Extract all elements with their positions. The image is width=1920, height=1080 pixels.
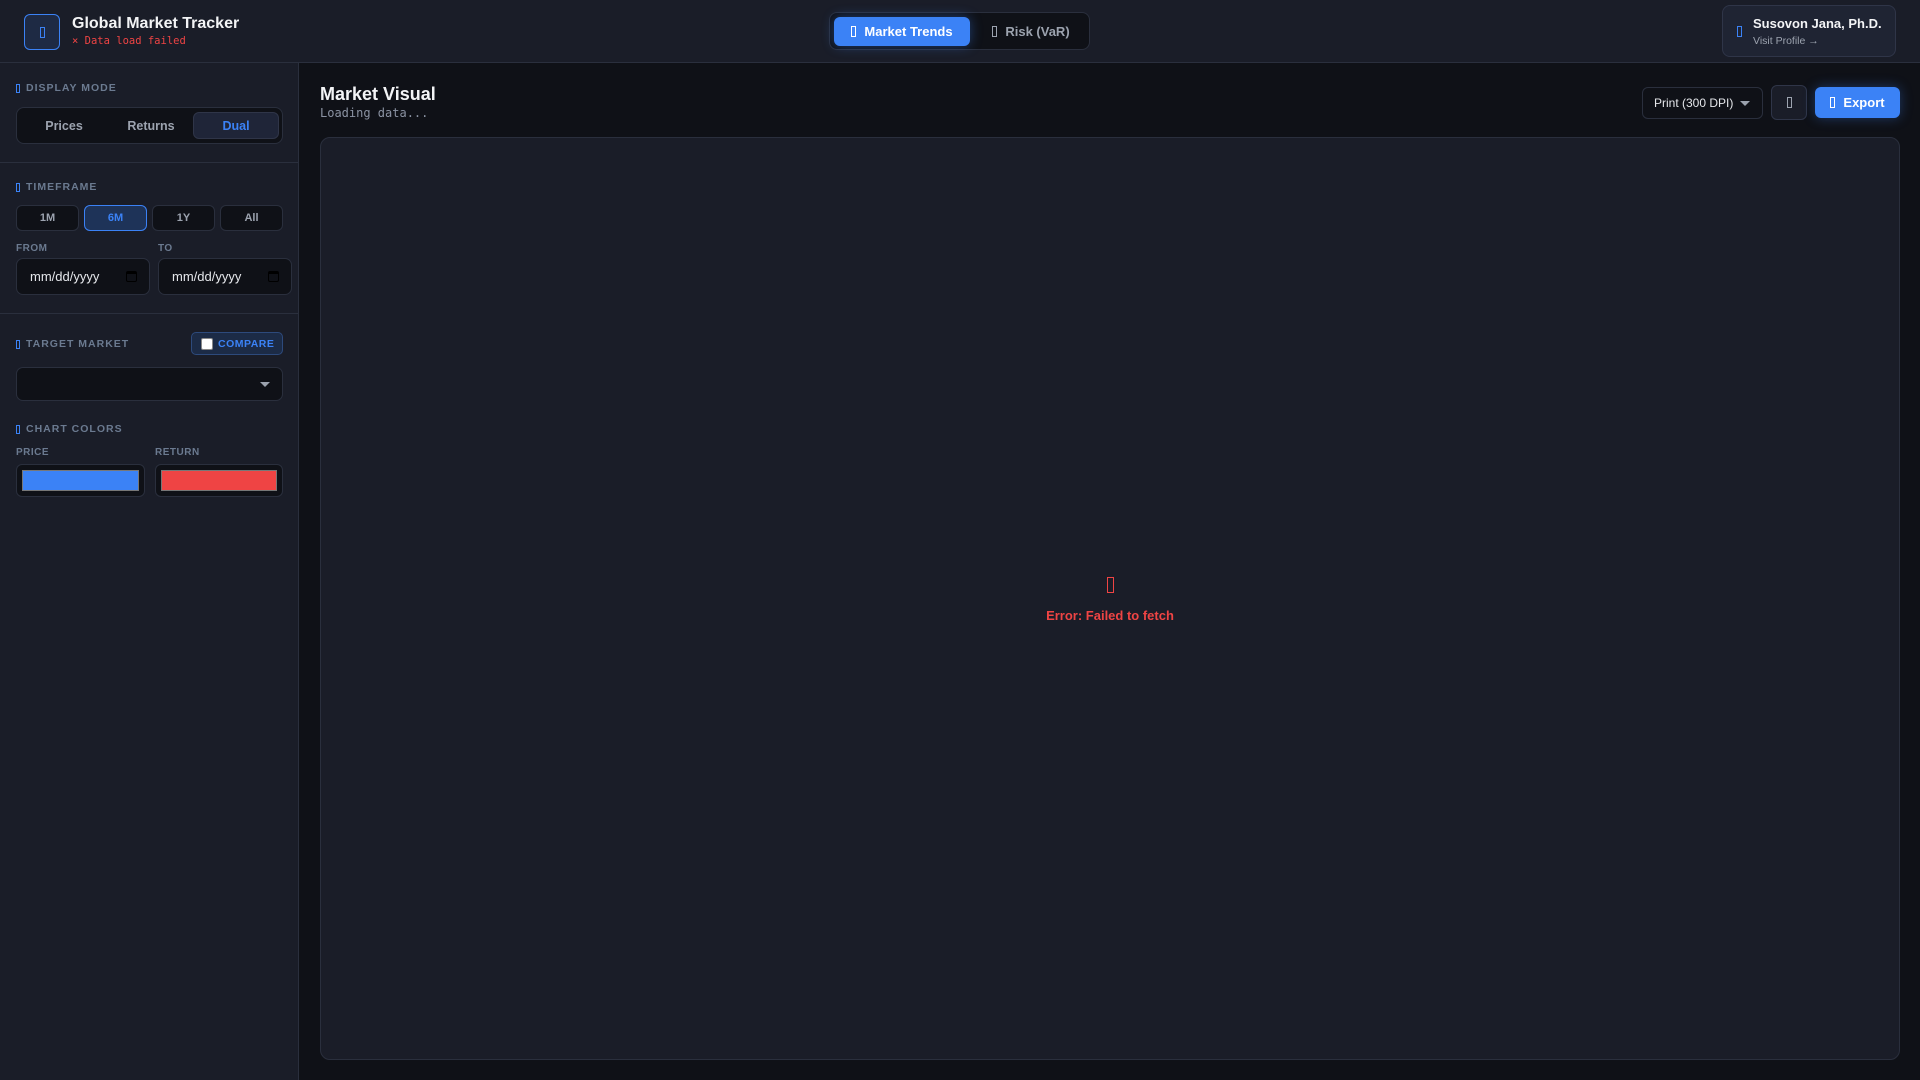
timeframe-all[interactable]: All	[220, 205, 283, 231]
load-status: × Data load failed	[72, 35, 186, 47]
download-icon	[1830, 97, 1836, 108]
return-color-label: RETURN	[155, 447, 200, 458]
calendar-icon[interactable]	[126, 271, 137, 282]
target-market-label: TARGET MARKET	[16, 338, 129, 350]
app-header: Global Market Tracker × Data load failed…	[0, 0, 1920, 63]
user-icon	[1737, 26, 1742, 37]
display-mode-toggle: Prices Returns Dual	[16, 107, 283, 144]
clock-icon	[16, 182, 20, 192]
to-label: TO	[158, 243, 173, 254]
app-title: Global Market Tracker	[72, 15, 240, 32]
export-preset-select[interactable]: Print (300 DPI)	[1642, 87, 1763, 119]
globe-icon	[16, 339, 20, 349]
compare-toggle[interactable]: COMPARE	[191, 332, 283, 355]
trend-icon	[851, 26, 857, 37]
shield-icon	[992, 26, 998, 37]
mode-returns[interactable]: Returns	[108, 112, 194, 139]
main-tabs: Market Trends Risk (VaR)	[829, 12, 1090, 50]
settings-button[interactable]	[1771, 85, 1807, 120]
chart-colors-label: CHART COLORS	[16, 423, 123, 435]
price-color-swatch	[22, 470, 139, 491]
divider	[0, 313, 299, 314]
export-button[interactable]: Export	[1815, 87, 1900, 118]
mode-prices[interactable]: Prices	[21, 112, 107, 139]
display-mode-label: DISPLAY MODE	[16, 82, 117, 94]
timeframe-1y[interactable]: 1Y	[152, 205, 215, 231]
chevron-down-icon	[260, 382, 270, 387]
divider	[0, 162, 299, 163]
timeframe-6m[interactable]: 6M	[84, 205, 147, 231]
timeframe-label: TIMEFRAME	[16, 181, 97, 193]
error-message: Error: Failed to fetch	[1046, 608, 1174, 623]
to-date-input[interactable]: mm/dd/yyyy	[158, 258, 292, 295]
target-market-select[interactable]	[16, 367, 283, 401]
tab-risk-var[interactable]: Risk (VaR)	[975, 17, 1087, 46]
eye-icon	[16, 83, 20, 93]
profile-name: Susovon Jana, Ph.D.	[1753, 16, 1882, 31]
error-icon	[321, 576, 1899, 594]
price-color-picker[interactable]	[16, 464, 145, 497]
settings-icon	[1786, 97, 1792, 108]
price-color-label: PRICE	[16, 447, 50, 458]
chart-icon	[39, 26, 45, 38]
palette-icon	[16, 424, 20, 434]
return-color-swatch	[161, 470, 277, 491]
from-label: FROM	[16, 243, 48, 254]
calendar-icon[interactable]	[268, 271, 279, 282]
visit-profile-link[interactable]: Visit Profile →	[1753, 35, 1819, 47]
loading-status: Loading data...	[320, 106, 429, 120]
timeframe-1m[interactable]: 1M	[16, 205, 79, 231]
mode-dual[interactable]: Dual	[193, 112, 279, 139]
tab-market-trends[interactable]: Market Trends	[834, 17, 970, 46]
chart-area: Error: Failed to fetch	[320, 137, 1900, 1060]
from-date-input[interactable]: mm/dd/yyyy	[16, 258, 150, 295]
sidebar: DISPLAY MODE Prices Returns Dual TIMEFRA…	[0, 63, 299, 1080]
chevron-down-icon	[1740, 101, 1750, 106]
page-title: Market Visual	[320, 84, 436, 104]
compare-checkbox[interactable]	[201, 337, 213, 350]
return-color-picker[interactable]	[155, 464, 283, 497]
profile-card[interactable]: Susovon Jana, Ph.D. Visit Profile →	[1722, 5, 1896, 57]
app-logo	[24, 14, 60, 50]
